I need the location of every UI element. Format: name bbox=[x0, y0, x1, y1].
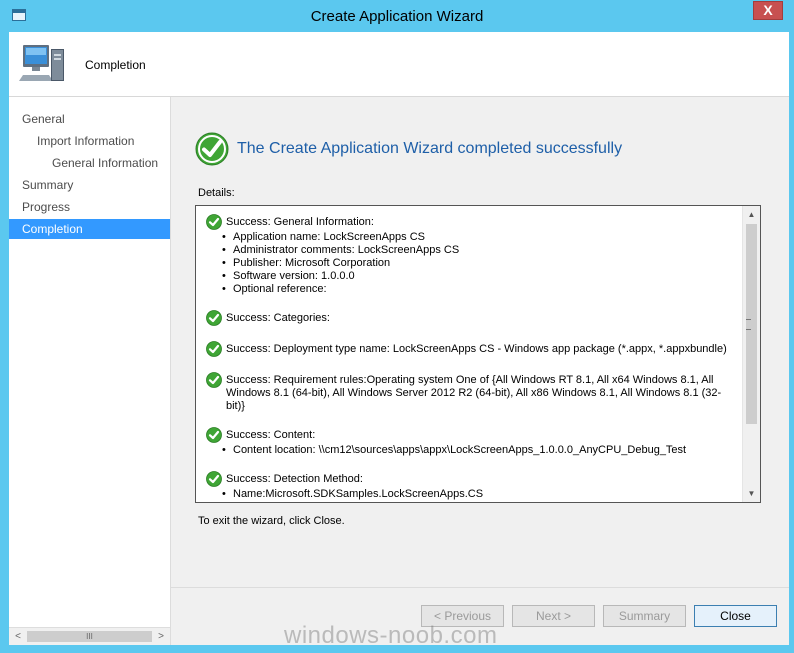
details-section: Success: Deployment type name: LockScree… bbox=[206, 341, 740, 358]
close-button[interactable]: Close bbox=[694, 605, 777, 627]
scroll-up-arrow-icon[interactable]: ▲ bbox=[743, 206, 760, 223]
scroll-right-arrow-icon[interactable]: > bbox=[154, 628, 168, 645]
scrollbar-thumb[interactable]: III bbox=[27, 631, 152, 642]
sidebar-item-import-information[interactable]: Import Information bbox=[9, 131, 170, 151]
window-title: Create Application Wizard bbox=[310, 8, 484, 25]
details-section-title: Success: Categories: bbox=[226, 312, 330, 324]
details-section-title: Success: Deployment type name: LockScree… bbox=[226, 343, 727, 355]
success-check-icon bbox=[206, 427, 222, 443]
sidebar-item-progress[interactable]: Progress bbox=[9, 197, 170, 217]
details-section: Success: Content: Content location: \\cm1… bbox=[206, 427, 740, 457]
details-section: Success: Categories: bbox=[206, 310, 740, 327]
details-items: Application name: LockScreenApps CSAdmin… bbox=[206, 231, 740, 296]
close-window-button[interactable]: X bbox=[753, 1, 783, 20]
success-check-icon bbox=[206, 214, 222, 230]
details-section: Success: Requirement rules:Operating sys… bbox=[206, 372, 740, 413]
title-bar[interactable]: Create Application Wizard X bbox=[0, 0, 794, 32]
wizard-sidebar: General Import Information General Infor… bbox=[9, 97, 171, 645]
details-section-head: Success: Requirement rules:Operating sys… bbox=[206, 372, 740, 413]
details-items: Content location: \\cm12\sources\apps\ap… bbox=[206, 444, 740, 457]
details-items: Name:Microsoft.SDKSamples.LockScreenApps… bbox=[206, 488, 740, 502]
details-item: Name:Microsoft.SDKSamples.LockScreenApps… bbox=[222, 488, 740, 501]
details-box[interactable]: Success: General Information: Application… bbox=[195, 205, 761, 503]
details-item: Software version: 1.0.0.0 bbox=[222, 270, 740, 283]
details-vertical-scrollbar[interactable]: ▲ ▼ bbox=[742, 206, 760, 502]
summary-button[interactable]: Summary bbox=[603, 605, 686, 627]
sidebar-item-general-information[interactable]: General Information bbox=[9, 153, 170, 173]
details-item: Administrator comments: LockScreenApps C… bbox=[222, 244, 740, 257]
success-check-icon bbox=[206, 310, 222, 326]
details-section-head: Success: Content: bbox=[206, 427, 740, 444]
sidebar-horizontal-scrollbar[interactable]: < III > bbox=[9, 627, 170, 645]
scrollbar-grip-icon: III bbox=[86, 632, 93, 641]
details-section: Success: General Information: Application… bbox=[206, 214, 740, 296]
exit-instructions: To exit the wizard, click Close. bbox=[198, 515, 345, 527]
details-item: Publisher:Microsoft Corporation bbox=[222, 501, 740, 502]
success-check-icon bbox=[206, 372, 222, 388]
details-section-head: Success: General Information: bbox=[206, 214, 740, 231]
success-check-icon bbox=[195, 132, 229, 166]
details-section-title: Success: Content: bbox=[226, 429, 316, 441]
details-list: Success: General Information: Application… bbox=[206, 214, 740, 502]
details-item: Optional reference: bbox=[222, 283, 740, 296]
details-item: Publisher: Microsoft Corporation bbox=[222, 257, 740, 270]
success-check-icon bbox=[206, 471, 222, 487]
sidebar-item-summary[interactable]: Summary bbox=[9, 175, 170, 195]
wizard-client-area: Completion General Import Information Ge… bbox=[9, 32, 789, 645]
wizard-header: Completion bbox=[9, 32, 789, 97]
scroll-left-arrow-icon[interactable]: < bbox=[11, 628, 25, 645]
sidebar-item-completion[interactable]: Completion bbox=[9, 219, 170, 239]
details-item: Content location: \\cm12\sources\apps\ap… bbox=[222, 444, 740, 457]
details-item: Application name: LockScreenApps CS bbox=[222, 231, 740, 244]
page-title: Completion bbox=[85, 58, 146, 72]
sidebar-item-general[interactable]: General bbox=[9, 109, 170, 129]
completion-headline: The Create Application Wizard completed … bbox=[237, 140, 623, 157]
details-section: Success: Detection Method: Name:Microsoft… bbox=[206, 471, 740, 502]
details-section-title: Success: Requirement rules:Operating sys… bbox=[226, 374, 722, 412]
scrollbar-grip-icon bbox=[746, 319, 751, 330]
wizard-window: Create Application Wizard X Completion G… bbox=[0, 0, 794, 653]
wizard-content: The Create Application Wizard completed … bbox=[171, 97, 789, 587]
details-section-head: Success: Deployment type name: LockScree… bbox=[206, 341, 740, 358]
details-section-head: Success: Categories: bbox=[206, 310, 740, 327]
scroll-down-arrow-icon[interactable]: ▼ bbox=[743, 485, 760, 502]
next-button[interactable]: Next > bbox=[512, 605, 595, 627]
details-label: Details: bbox=[198, 187, 235, 199]
details-section-title: Success: General Information: bbox=[226, 216, 374, 228]
details-section-title: Success: Detection Method: bbox=[226, 473, 363, 485]
computer-icon bbox=[19, 45, 64, 81]
watermark: windows-noob.com bbox=[284, 622, 498, 649]
details-section-head: Success: Detection Method: bbox=[206, 471, 740, 488]
success-check-icon bbox=[206, 341, 222, 357]
